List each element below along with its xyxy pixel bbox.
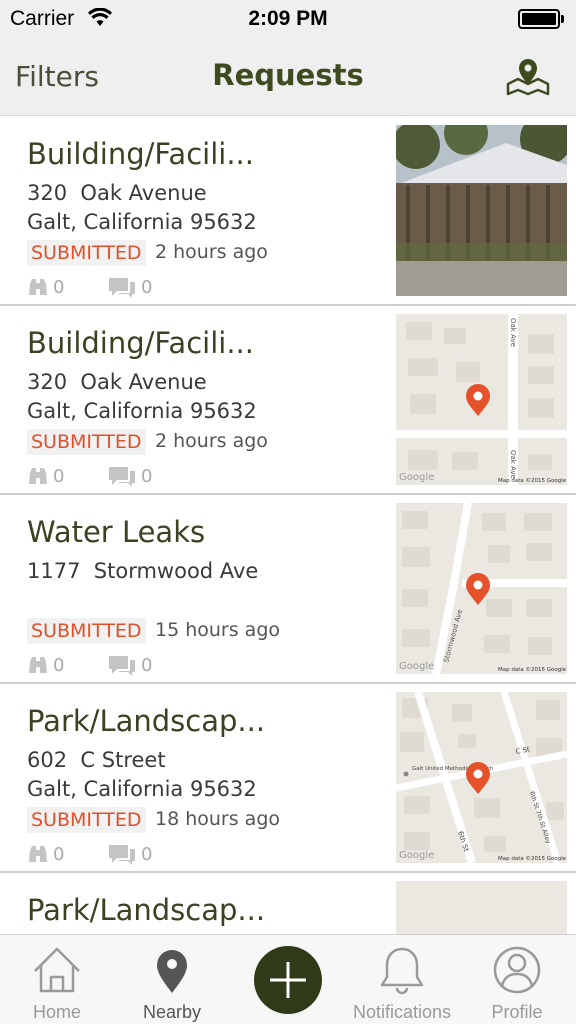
comment-icon	[109, 656, 135, 676]
request-map	[396, 881, 567, 934]
comment-count: 0	[141, 655, 153, 676]
request-map: Stormwood Ave Google Map data ©2015 Goog…	[396, 503, 567, 674]
comment-count: 0	[141, 466, 153, 487]
status-badge: SUBMITTED	[27, 807, 146, 833]
request-list[interactable]: Building/Facili... 320 Oak Avenue Galt, …	[0, 117, 576, 934]
map-credit: Map data ©2015 Google	[498, 477, 567, 484]
status-badge: SUBMITTED	[27, 618, 146, 644]
follow-count: 0	[53, 466, 65, 487]
map-pin-icon[interactable]	[506, 54, 550, 96]
request-address-line1: 320 Oak Avenue	[27, 181, 207, 205]
bell-icon	[380, 947, 424, 995]
tab-home-label: Home	[32, 1002, 81, 1022]
request-row[interactable]: Park/Landscap... 602 C Street Galt, Cali…	[0, 684, 576, 873]
plus-icon	[270, 962, 306, 998]
request-title: Building/Facili...	[27, 326, 254, 360]
request-address-line2: Galt, California 95632	[27, 777, 257, 801]
request-age: 18 hours ago	[155, 808, 281, 830]
request-age: 15 hours ago	[155, 619, 281, 641]
binoculars-icon	[29, 657, 47, 673]
request-row[interactable]: Building/Facili... 320 Oak Avenue Galt, …	[0, 117, 576, 306]
profile-icon	[493, 946, 541, 994]
request-photo	[396, 125, 567, 296]
map-logo: Google	[399, 472, 434, 483]
comment-count: 0	[141, 844, 153, 865]
comment-icon	[109, 845, 135, 865]
request-title: Building/Facili...	[27, 137, 254, 171]
page-title: Requests	[212, 58, 364, 92]
tab-bar: Home Nearby Notifications Profile	[0, 934, 576, 1024]
request-map: Oak Ave Oak Ave Google Map data ©2015 Go…	[396, 314, 567, 485]
tab-nearby-label: Nearby	[142, 1002, 202, 1022]
comment-icon	[109, 467, 135, 487]
request-address-line1: 1177 Stormwood Ave	[27, 559, 259, 583]
request-title: Water Leaks	[27, 515, 206, 549]
follow-count: 0	[53, 277, 65, 298]
tab-profile-label: Profile	[491, 1002, 543, 1022]
status-bar: Carrier 2:09 PM	[0, 0, 576, 40]
status-badge: SUBMITTED	[27, 240, 146, 266]
follow-count: 0	[53, 844, 65, 865]
request-age: 2 hours ago	[155, 430, 268, 452]
request-address-line2: Galt, California 95632	[27, 210, 257, 234]
street-label: Oak Ave	[509, 318, 517, 347]
location-pin-icon	[157, 950, 187, 993]
tab-home[interactable]: Home	[2, 935, 112, 1024]
request-map: Galt United Methodist Church C St 6th St…	[396, 692, 567, 863]
request-title: Park/Landscap...	[27, 893, 266, 927]
status-badge: SUBMITTED	[27, 429, 146, 455]
tab-profile[interactable]: Profile	[462, 935, 572, 1024]
navigation-bar: Filters Requests	[0, 40, 576, 116]
tab-notifications-label: Notifications	[352, 1002, 452, 1022]
comment-icon	[109, 278, 135, 298]
map-logo: Google	[399, 850, 434, 861]
request-address-line2: Galt, California 95632	[27, 399, 257, 423]
binoculars-icon	[29, 846, 47, 862]
add-request-button[interactable]	[254, 946, 322, 1014]
request-row[interactable]: Water Leaks 1177 Stormwood Ave SUBMITTED…	[0, 495, 576, 684]
tab-nearby[interactable]: Nearby	[117, 935, 227, 1024]
request-row[interactable]: Park/Landscap...	[0, 873, 576, 934]
request-row[interactable]: Building/Facili... 320 Oak Avenue Galt, …	[0, 306, 576, 495]
map-logo: Google	[399, 661, 434, 672]
battery-icon	[518, 9, 564, 29]
binoculars-icon	[29, 279, 47, 295]
request-age: 2 hours ago	[155, 241, 268, 263]
comment-count: 0	[141, 277, 153, 298]
follow-count: 0	[53, 655, 65, 676]
map-credit: Map data ©2015 Google	[498, 855, 567, 862]
map-credit: Map data ©2015 Google	[498, 666, 567, 673]
tab-notifications[interactable]: Notifications	[347, 935, 457, 1024]
street-label: Oak Ave	[509, 450, 517, 479]
binoculars-icon	[29, 468, 47, 484]
request-address-line1: 602 C Street	[27, 748, 166, 772]
home-icon	[34, 947, 80, 993]
status-time: 2:09 PM	[248, 7, 328, 30]
request-title: Park/Landscap...	[27, 704, 266, 738]
request-address-line1: 320 Oak Avenue	[27, 370, 207, 394]
